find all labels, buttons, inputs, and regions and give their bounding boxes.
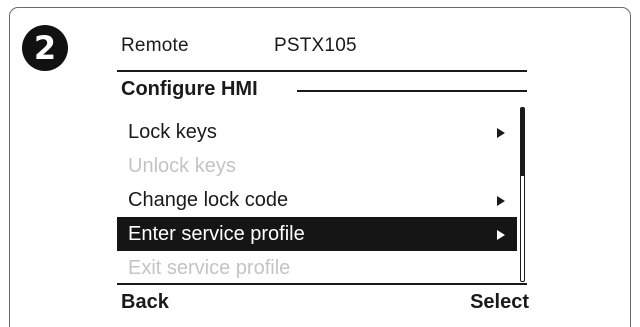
hmi-display: Remote PSTX105 Configure HMI Lock keys U… — [117, 29, 529, 322]
softkey-divider — [117, 283, 527, 285]
status-mode-label: Remote — [121, 35, 189, 56]
menu-item-label: Exit service profile — [128, 257, 291, 279]
menu-item-enter-service-profile[interactable]: Enter service profile — [117, 217, 517, 251]
select-softkey[interactable]: Select — [470, 287, 529, 317]
submenu-arrow-icon — [497, 196, 505, 206]
step-number-badge: 2 — [22, 25, 68, 71]
menu-item-label: Change lock code — [128, 189, 289, 211]
header-divider — [117, 70, 527, 72]
menu-item-label: Unlock keys — [128, 155, 236, 177]
menu-item-change-lock-code[interactable]: Change lock code — [117, 183, 517, 217]
menu-item-lock-keys[interactable]: Lock keys — [117, 115, 517, 149]
submenu-arrow-icon — [497, 230, 505, 240]
device-name: PSTX105 — [274, 35, 357, 56]
menu-list: Lock keys Unlock keys Change lock code E… — [117, 115, 517, 285]
back-softkey[interactable]: Back — [121, 287, 169, 317]
menu-scrollbar[interactable] — [520, 107, 525, 282]
menu-item-exit-service-profile[interactable]: Exit service profile — [117, 251, 517, 285]
scrollbar-thumb[interactable] — [521, 108, 524, 176]
screen-title: Configure HMI — [121, 78, 258, 100]
menu-item-label: Enter service profile — [128, 223, 305, 245]
submenu-arrow-icon — [497, 128, 505, 138]
status-line: Remote PSTX105 — [121, 35, 357, 57]
menu-item-unlock-keys[interactable]: Unlock keys — [117, 149, 517, 183]
menu-item-label: Lock keys — [128, 121, 217, 143]
title-rule — [297, 90, 527, 92]
